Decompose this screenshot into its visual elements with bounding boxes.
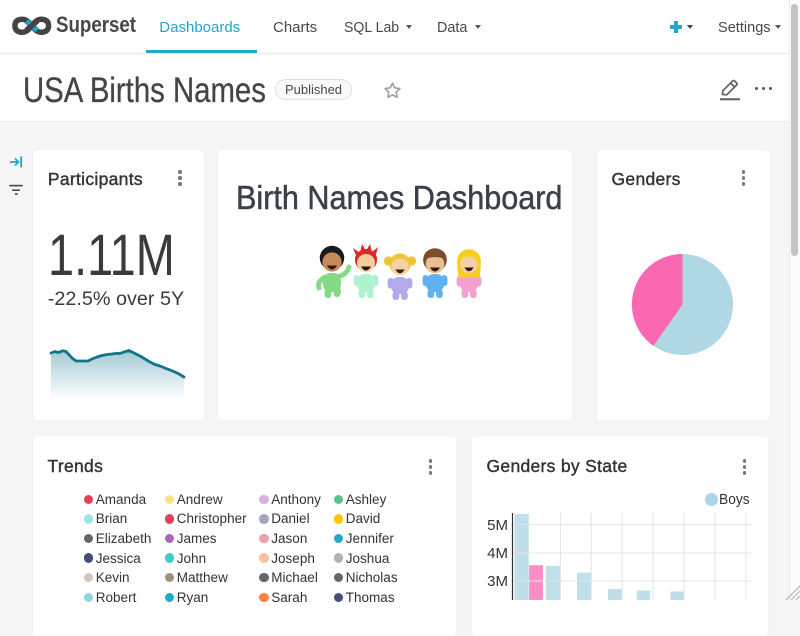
svg-text:3M: 3M <box>487 573 508 590</box>
svg-text:4M: 4M <box>487 545 508 562</box>
svg-text:5M: 5M <box>487 517 508 534</box>
